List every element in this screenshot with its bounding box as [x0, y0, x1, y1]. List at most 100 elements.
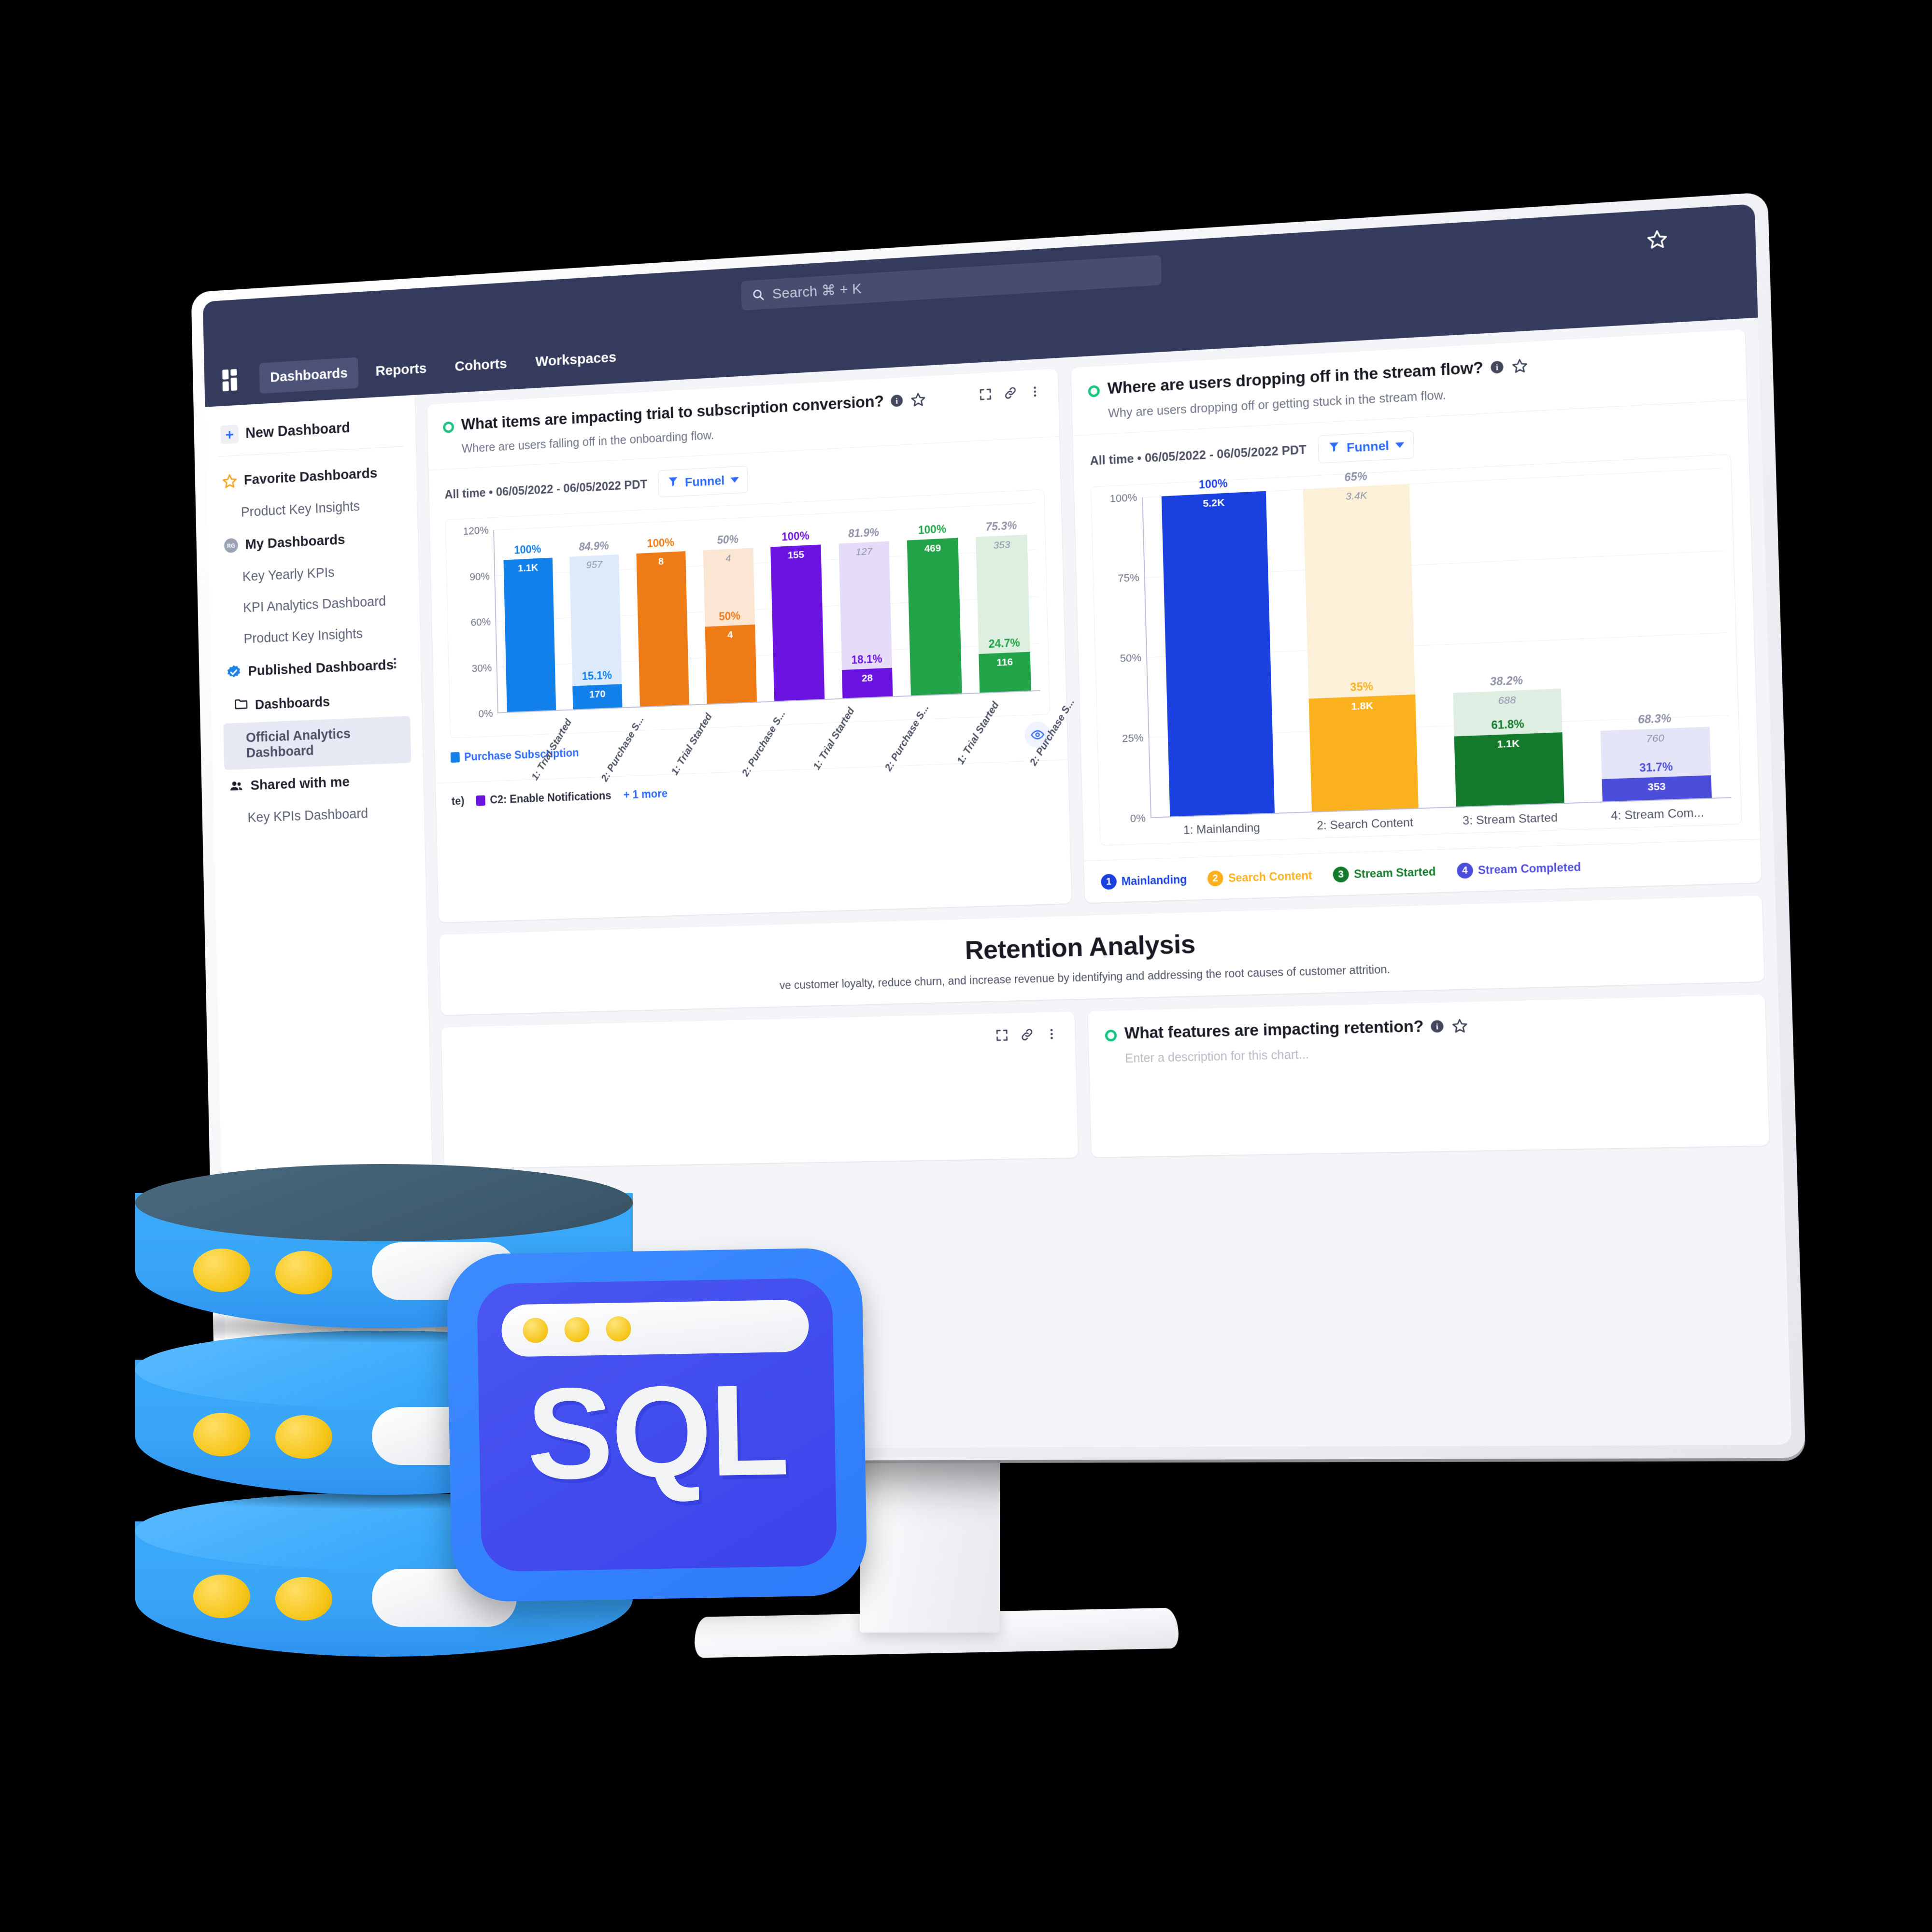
- avatar-rg: RG: [223, 537, 239, 554]
- svg-text:i: i: [1435, 1022, 1438, 1032]
- bar-ghost-count-label: 353: [993, 539, 1010, 551]
- status-dot-icon: [1105, 1029, 1117, 1042]
- bars-container: 100% 1.1K 84.9% 957 15.1% 170 100% 8 50% 4 50% 4 100…: [494, 503, 1040, 712]
- bars-container: 100% 5.2K 65% 3.4K 35% 1.8K 38.2% 688 61.8% 1.1K 6…: [1143, 468, 1731, 817]
- db-led-icon: [275, 1251, 332, 1294]
- legend-item-mainlanding[interactable]: 1 Mainlanding: [1101, 871, 1187, 890]
- y-tick-label: 0%: [478, 707, 493, 720]
- folder-icon: [233, 696, 249, 716]
- info-icon[interactable]: i: [1489, 359, 1505, 377]
- legend-label: Search Content: [1228, 868, 1312, 884]
- new-dashboard-button[interactable]: + New Dashboard: [205, 408, 416, 457]
- star-icon[interactable]: [1646, 228, 1668, 251]
- bar-group[interactable]: 81.9% 127 18.1% 28: [829, 510, 902, 698]
- bar-solid: [1161, 491, 1275, 817]
- bar-group[interactable]: 100% 5.2K: [1143, 477, 1293, 817]
- x-tick-cell: 2: Purchase S...: [992, 690, 1077, 768]
- info-icon[interactable]: i: [1429, 1019, 1445, 1037]
- star-icon[interactable]: [1511, 357, 1528, 377]
- legend-item-search-content[interactable]: 2 Search Content: [1207, 867, 1312, 887]
- bar-group[interactable]: 100% 8: [626, 520, 698, 707]
- bar-ghost-percent-label: 75.3%: [985, 519, 1017, 533]
- y-tick-label: 120%: [463, 524, 489, 538]
- bar-group[interactable]: 100% 155: [761, 513, 834, 701]
- bar-percent-label: 100%: [647, 536, 675, 550]
- status-dot-icon: [1088, 385, 1100, 398]
- bar-group[interactable]: 75.3% 353 24.7% 116: [966, 503, 1040, 693]
- kebab-icon[interactable]: [388, 656, 402, 674]
- star-icon[interactable]: [910, 391, 926, 410]
- scene: Search ⌘ + K Dashboards Reports Cohorts …: [0, 0, 1932, 1932]
- x-tick-label: 3: Stream Started: [1462, 811, 1558, 828]
- bar-count-label: 4: [727, 629, 733, 641]
- bar-solid: [770, 544, 825, 701]
- legend-label: Mainlanding: [1121, 872, 1187, 888]
- legend-step-number: 1: [1101, 873, 1117, 890]
- sidebar-group-label: Shared with me: [250, 774, 350, 794]
- chart-card-feature-retention: What features are impacting retention? i: [1088, 994, 1770, 1158]
- bar-group[interactable]: 100% 469: [897, 506, 971, 696]
- sql-window-titlebar: [501, 1299, 810, 1357]
- legend-item-c2-enable-notifications[interactable]: C2: Enable Notifications: [476, 789, 611, 807]
- nav-item-reports[interactable]: Reports: [364, 353, 438, 388]
- chevron-down-icon: [730, 477, 739, 483]
- bar-count-label: 155: [787, 549, 805, 561]
- svg-text:i: i: [1495, 362, 1498, 372]
- funnel-dropdown[interactable]: Funnel: [658, 466, 748, 497]
- bar-group[interactable]: 50% 4 50% 4: [694, 516, 766, 704]
- card-toolbar: [994, 1026, 1059, 1045]
- bar-solid: [907, 538, 962, 696]
- funnel-dropdown[interactable]: Funnel: [1318, 430, 1414, 464]
- y-tick-label: 25%: [1122, 731, 1144, 745]
- y-tick-label: 100%: [1109, 491, 1137, 505]
- search-input[interactable]: Search ⌘ + K: [741, 255, 1162, 311]
- legend-item-purchase-subscription[interactable]: Purchase Subscription: [450, 746, 579, 764]
- bar-group[interactable]: 38.2% 688 61.8% 1.1K: [1428, 476, 1583, 808]
- bar-ghost-count-label: 4: [725, 553, 731, 564]
- link-icon[interactable]: [1020, 1027, 1035, 1045]
- bar-count-label: 116: [996, 656, 1013, 668]
- bar-ghost-percent-label: 38.2%: [1490, 673, 1523, 688]
- chart-1-legend-bottom: te) C2: Enable Notifications + 1 more: [452, 773, 1052, 808]
- plus-icon: +: [220, 425, 239, 444]
- kebab-icon[interactable]: [1045, 1027, 1059, 1043]
- card-description-placeholder[interactable]: Enter a description for this chart...: [1125, 1037, 1749, 1066]
- legend-more-link[interactable]: + 1 more: [623, 787, 668, 802]
- sql-label: SQL: [526, 1357, 789, 1506]
- kebab-icon[interactable]: [1028, 384, 1042, 401]
- x-tick-label: 4: Stream Com...: [1610, 806, 1705, 823]
- star-icon[interactable]: [1451, 1018, 1468, 1037]
- bar-percent-label: 24.7%: [988, 636, 1021, 651]
- link-icon[interactable]: [1003, 385, 1018, 403]
- funnel-chart-2: 0% 25% 50% 75% 100% 100% 5.2K 65% 3.4K 35% 1.8K 38…: [1091, 454, 1742, 846]
- nav-item-dashboards[interactable]: Dashboards: [259, 357, 359, 394]
- bar-percent-label: 50%: [719, 610, 741, 623]
- bar-ghost-percent-label: 68.3%: [1637, 711, 1672, 726]
- legend-label: Stream Started: [1353, 865, 1436, 881]
- bar-group[interactable]: 68.3% 760 31.7% 353: [1574, 468, 1731, 802]
- bar-ghost-percent-label: 50%: [717, 532, 739, 546]
- sql-badge-graphic: SQL: [446, 1247, 868, 1603]
- nav-item-workspaces[interactable]: Workspaces: [524, 341, 628, 378]
- legend-item-partial[interactable]: te): [452, 795, 465, 808]
- expand-icon[interactable]: [978, 387, 993, 405]
- bar-percent-label: 100%: [781, 529, 810, 543]
- x-tick-cell: 1: Trial Started: [778, 699, 856, 772]
- x-tick-label: 2: Search Content: [1316, 816, 1414, 833]
- y-axis-labels: 0% 30% 60% 90% 120%: [454, 524, 497, 720]
- expand-icon[interactable]: [994, 1028, 1009, 1045]
- bar-group[interactable]: 100% 1.1K: [494, 526, 565, 712]
- bar-percent-label: 100%: [1198, 477, 1228, 491]
- info-icon[interactable]: i: [889, 393, 904, 411]
- legend-item-stream-started[interactable]: 3 Stream Started: [1333, 864, 1436, 883]
- bar-group[interactable]: 65% 3.4K 35% 1.8K: [1284, 470, 1437, 812]
- bar-group[interactable]: 84.9% 957 15.1% 170: [560, 523, 631, 710]
- sidebar-item-official-analytics-dashboard[interactable]: Official Analytics Dashboard: [223, 716, 412, 770]
- bar-count-label: 170: [589, 688, 606, 700]
- legend-item-stream-completed[interactable]: 4 Stream Completed: [1456, 859, 1581, 879]
- bar-ghost-percent-label: 84.9%: [579, 539, 609, 553]
- nav-item-cohorts[interactable]: Cohorts: [443, 348, 518, 383]
- app-grid-logo[interactable]: [220, 366, 246, 394]
- db-led-icon: [275, 1577, 332, 1620]
- bar-ghost-count-label: 127: [855, 545, 873, 558]
